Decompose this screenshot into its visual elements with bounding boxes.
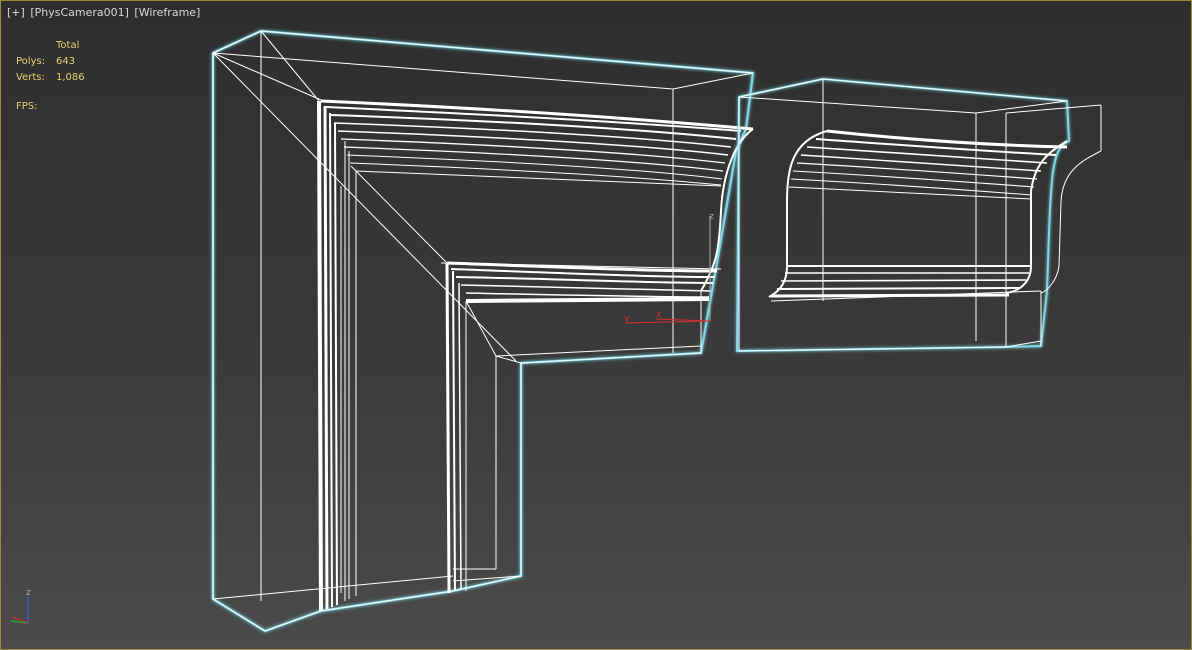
viewport-statistics: Total Polys: 643 Verts: 1,086 — [16, 38, 85, 86]
stats-header: Total — [56, 40, 80, 51]
stats-verts-row: Verts: 1,086 — [16, 70, 85, 86]
straight-molding-object[interactable] — [735, 77, 1102, 353]
corner-molding-object[interactable] — [211, 29, 755, 633]
viewport-general-menu[interactable]: [+] — [7, 6, 25, 19]
perspective-viewport[interactable]: z y x z [+] [PhysCamera001] [Wireframe] … — [0, 0, 1192, 650]
stats-fps-label: FPS: — [16, 101, 38, 112]
stats-verts-label: Verts: — [16, 72, 45, 83]
stats-polys-row: Polys: 643 — [16, 54, 85, 70]
corner-molding-vertical-profile — [317, 100, 462, 612]
pivot-y-label: y — [624, 314, 630, 324]
stats-polys-label: Polys: — [16, 56, 46, 67]
axis-tripod: z — [10, 588, 31, 624]
straight-molding-profile — [768, 129, 1102, 298]
viewport-label-menu: [+] [PhysCamera001] [Wireframe] — [7, 6, 202, 19]
viewport-shading-menu[interactable]: [Wireframe] — [134, 6, 200, 19]
pivot-y-axis — [655, 318, 711, 322]
straight-molding-wires — [738, 78, 1102, 352]
pivot-z-label: z — [709, 212, 714, 222]
pivot-x-axis — [626, 320, 711, 324]
wireframe-scene[interactable]: z y x z — [1, 1, 1191, 649]
pivot-x-label: x — [656, 310, 662, 320]
stats-polys-value: 643 — [56, 56, 76, 67]
tripod-z-label: z — [26, 588, 31, 598]
stats-verts-value: 1,086 — [56, 72, 85, 83]
viewport-point-of-view-menu[interactable]: [PhysCamera001] — [30, 6, 129, 19]
